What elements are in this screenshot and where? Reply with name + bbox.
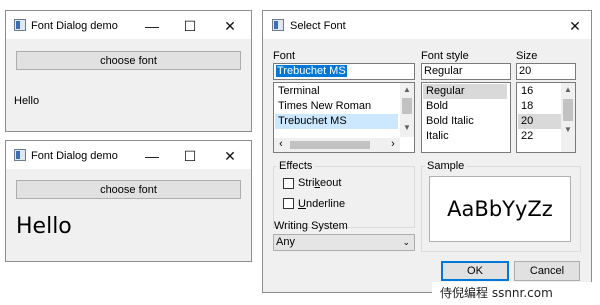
effects-label: Effects [277, 160, 315, 173]
size-list-vertical-scrollbar[interactable]: ▲ ▼ [561, 83, 575, 152]
size-item-20[interactable]: 20 [518, 114, 561, 129]
hello-label: Hello [14, 95, 40, 107]
style-item-regular[interactable]: Regular [423, 84, 507, 99]
choose-font-button[interactable]: choose font [16, 180, 241, 199]
size-label: Size [516, 50, 538, 62]
watermark-text: 侍倪编程 ssnnr.com [440, 286, 553, 300]
strikeout-checkbox[interactable] [283, 178, 294, 189]
scrollbar-thumb[interactable] [290, 141, 370, 149]
scroll-left-icon[interactable]: ‹ [274, 138, 288, 152]
writing-system-value: Any [276, 236, 295, 248]
font-list-horizontal-scrollbar[interactable]: ‹ › [274, 138, 400, 152]
title-bar[interactable]: Font Dialog demo — ☐ ✕ [6, 141, 251, 169]
font-name-value: Trebuchet MS [276, 65, 347, 77]
sample-label: Sample [425, 160, 467, 173]
ok-button[interactable]: OK [441, 261, 509, 281]
select-font-dialog: Select Font ✕ Font Trebuchet MS Terminal… [262, 10, 592, 293]
size-item-16[interactable]: 16 [518, 84, 561, 99]
underline-label[interactable]: Underline [298, 198, 345, 211]
watermark: 侍倪编程 ssnnr.com [432, 282, 600, 303]
font-list[interactable]: Terminal Times New Roman Trebuchet MS ▲ … [273, 82, 415, 153]
size-item-18[interactable]: 18 [518, 99, 561, 114]
font-style-label: Font style [421, 50, 469, 62]
scrollbar-thumb[interactable] [402, 98, 412, 114]
font-dialog-demo-window-2: Font Dialog demo — ☐ ✕ choose font Hello [5, 140, 252, 262]
sample-preview-box: AaBbYyZz [429, 176, 571, 242]
title-bar[interactable]: Select Font ✕ [263, 11, 591, 39]
title-bar[interactable]: Font Dialog demo — ☐ ✕ [6, 11, 251, 39]
strikeout-label[interactable]: Strikeout [298, 177, 341, 190]
size-item-22[interactable]: 22 [518, 129, 561, 144]
font-name-input[interactable]: Trebuchet MS [273, 63, 415, 80]
font-label: Font [273, 50, 296, 62]
writing-system-select[interactable]: Any ⌄ [273, 234, 415, 251]
scroll-up-icon[interactable]: ▲ [400, 83, 414, 97]
font-item-terminal[interactable]: Terminal [275, 84, 402, 99]
maximize-icon[interactable]: ☐ [182, 148, 198, 164]
close-icon[interactable]: ✕ [567, 18, 583, 34]
app-icon [14, 19, 26, 31]
close-icon[interactable]: ✕ [222, 148, 238, 164]
font-item-times-new-roman[interactable]: Times New Roman [275, 99, 402, 114]
font-style-input[interactable]: Regular [421, 63, 511, 80]
scroll-down-icon[interactable]: ▼ [400, 121, 414, 135]
window-title: Font Dialog demo [31, 150, 118, 162]
choose-font-button[interactable]: choose font [16, 51, 241, 70]
cancel-button[interactable]: Cancel [514, 261, 580, 281]
dialog-title: Select Font [290, 20, 346, 32]
minimize-icon[interactable]: — [144, 148, 160, 164]
font-item-trebuchet-ms[interactable]: Trebuchet MS [275, 114, 398, 129]
scroll-down-icon[interactable]: ▼ [561, 123, 575, 137]
app-icon [14, 149, 26, 161]
style-item-italic[interactable]: Italic [423, 129, 507, 144]
close-icon[interactable]: ✕ [222, 18, 238, 34]
minimize-icon[interactable]: — [144, 18, 160, 34]
maximize-icon[interactable]: ☐ [182, 18, 198, 34]
writing-system-label: Writing System [274, 220, 348, 232]
size-list[interactable]: 16 18 20 22 ▲ ▼ [516, 82, 576, 153]
style-item-bold-italic[interactable]: Bold Italic [423, 114, 507, 129]
scroll-up-icon[interactable]: ▲ [561, 83, 575, 97]
scrollbar-thumb[interactable] [563, 99, 573, 121]
app-icon [272, 19, 284, 31]
scroll-right-icon[interactable]: › [386, 138, 400, 152]
effects-group [273, 166, 415, 228]
size-input[interactable]: 20 [516, 63, 576, 80]
font-list-vertical-scrollbar[interactable]: ▲ ▼ [400, 83, 414, 137]
underline-checkbox[interactable] [283, 198, 294, 209]
window-title: Font Dialog demo [31, 20, 118, 32]
font-style-list[interactable]: Regular Bold Bold Italic Italic [421, 82, 511, 153]
chevron-down-icon: ⌄ [402, 237, 410, 247]
font-dialog-demo-window-1: Font Dialog demo — ☐ ✕ choose font Hello [5, 10, 252, 132]
sample-preview-text: AaBbYyZz [447, 197, 553, 221]
hello-label: Hello [16, 214, 72, 239]
style-item-bold[interactable]: Bold [423, 99, 507, 114]
